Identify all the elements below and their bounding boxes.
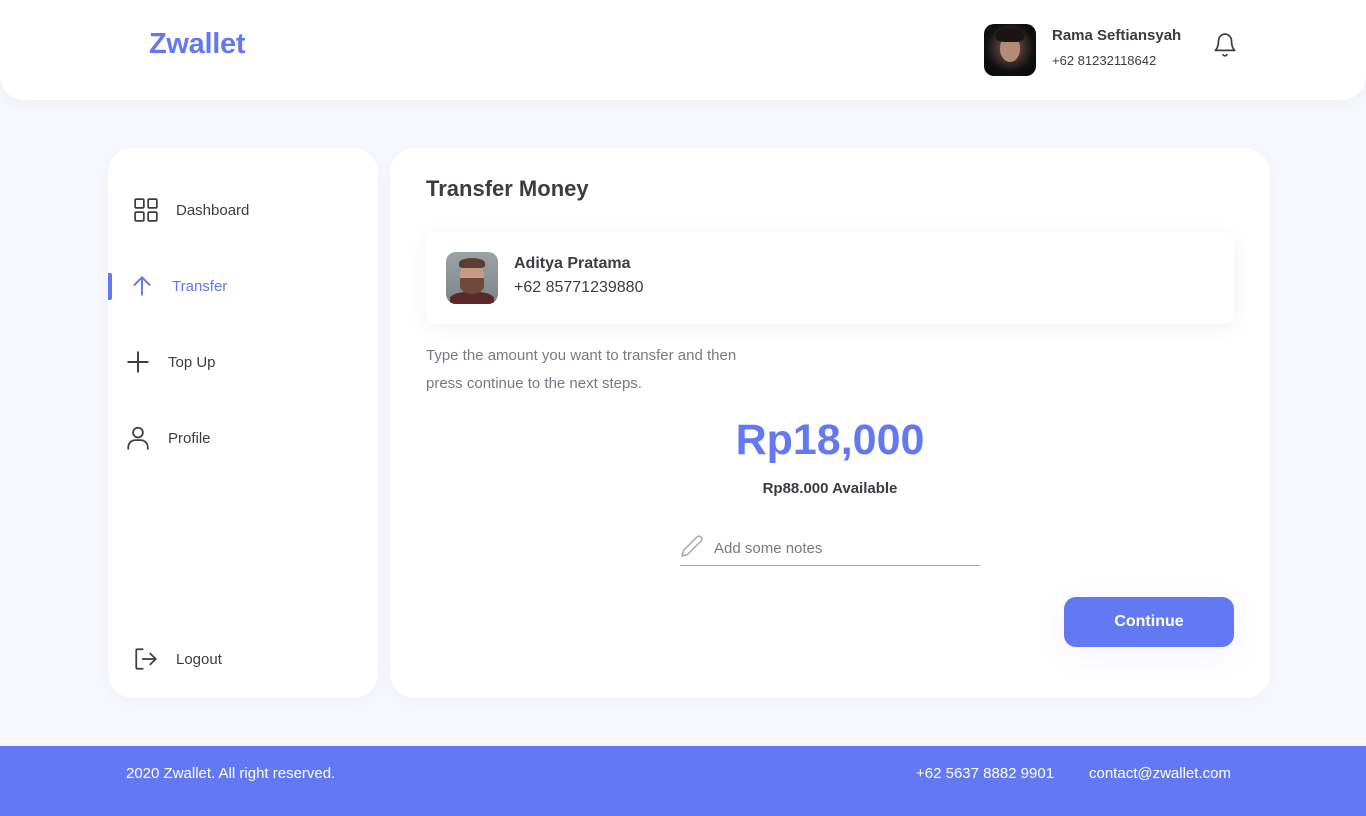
footer: 2020 Zwallet. All right reserved. +62 56…	[0, 746, 1366, 816]
sidebar-item-topup[interactable]: Top Up	[108, 348, 378, 376]
user-icon	[124, 424, 152, 452]
continue-button[interactable]: Continue	[1064, 597, 1234, 647]
transfer-instruction: Type the amount you want to transfer and…	[426, 342, 786, 398]
sidebar: Dashboard Transfer Top Up Profile Logout	[108, 148, 378, 698]
bell-icon[interactable]	[1212, 32, 1238, 58]
sidebar-item-logout[interactable]: Logout	[108, 645, 378, 673]
recipient-name: Aditya Pratama	[514, 255, 631, 272]
user-name: Rama Seftiansyah	[1052, 27, 1182, 44]
user-avatar-hair	[996, 28, 1024, 42]
sidebar-item-label: Profile	[168, 429, 211, 447]
sidebar-item-label: Transfer	[172, 277, 228, 295]
transfer-panel: Transfer Money Aditya Pratama +62 857712…	[390, 148, 1270, 698]
page-title: Transfer Money	[426, 176, 589, 201]
footer-phone[interactable]: +62 5637 8882 9901	[916, 765, 1054, 782]
recipient-avatar-beard	[460, 278, 484, 294]
notes-field[interactable]	[680, 530, 980, 566]
arrow-up-icon	[128, 272, 156, 300]
instruction-line: press continue to the next steps.	[426, 375, 642, 392]
top-header: Zwallet Rama Seftiansyah +62 81232118642	[0, 0, 1366, 100]
plus-icon	[124, 348, 152, 376]
available-balance: Rp88.000 Available	[762, 480, 898, 497]
sidebar-item-profile[interactable]: Profile	[108, 424, 378, 452]
sidebar-item-transfer[interactable]: Transfer	[108, 272, 378, 300]
sidebar-item-label: Logout	[176, 650, 222, 668]
pencil-icon	[680, 534, 704, 558]
user-avatar[interactable]	[984, 24, 1036, 76]
recipient-phone: +62 85771239880	[514, 279, 644, 296]
notes-input[interactable]	[714, 536, 974, 560]
footer-copyright: 2020 Zwallet. All right reserved.	[126, 765, 336, 782]
grid-icon	[132, 196, 160, 224]
user-phone: +62 81232118642	[1052, 53, 1157, 68]
sidebar-item-dashboard[interactable]: Dashboard	[108, 196, 378, 224]
recipient-avatar	[446, 252, 498, 304]
brand-logo[interactable]: Zwallet	[149, 28, 246, 61]
sidebar-item-label: Dashboard	[176, 201, 250, 219]
logout-icon	[132, 645, 160, 673]
amount-input[interactable]: Rp18,000	[390, 416, 1270, 465]
instruction-line: Type the amount you want to transfer and…	[426, 347, 737, 364]
recipient-avatar-hair	[459, 258, 485, 268]
footer-email[interactable]: contact@zwallet.com	[1089, 765, 1231, 782]
sidebar-item-label: Top Up	[168, 353, 216, 371]
recipient-card[interactable]: Aditya Pratama +62 85771239880	[426, 232, 1234, 324]
